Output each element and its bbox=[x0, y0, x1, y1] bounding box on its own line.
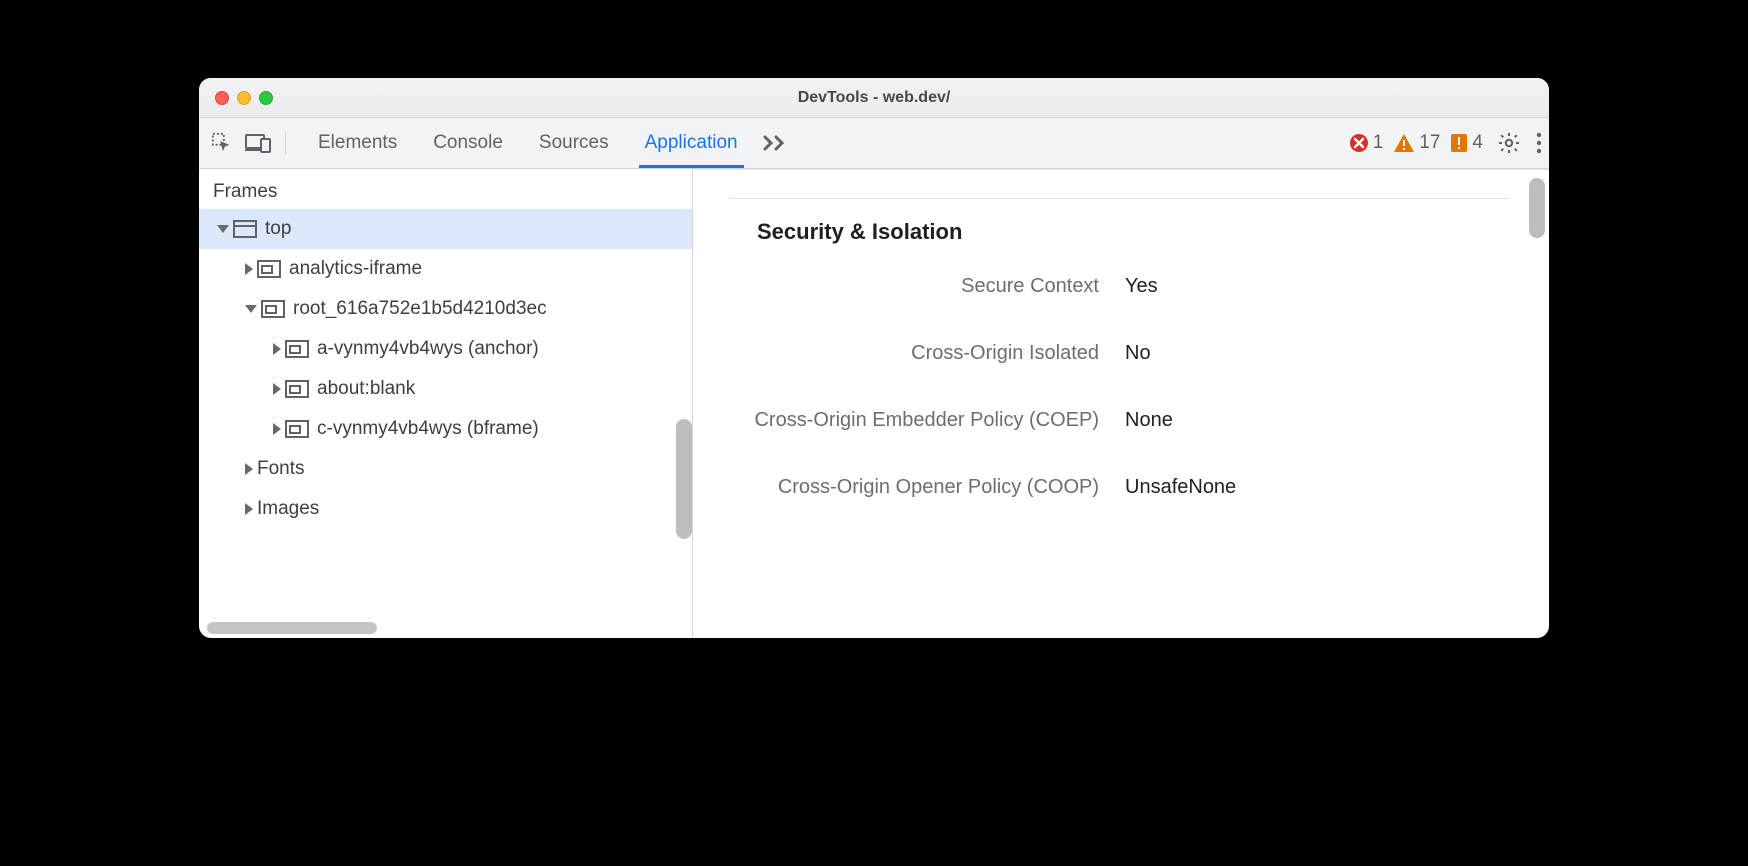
settings-gear-icon[interactable] bbox=[1497, 131, 1521, 155]
detail-value: UnsafeNone bbox=[1125, 476, 1509, 499]
frame-details-pane: Security & Isolation Secure Context Yes Cr… bbox=[693, 169, 1549, 638]
subframe-icon bbox=[285, 420, 309, 438]
section-title: Security & Isolation bbox=[757, 219, 1509, 245]
tab-console[interactable]: Console bbox=[433, 118, 503, 168]
tree-item[interactable]: c-vynmy4vb4wys (bframe) bbox=[199, 409, 692, 449]
tab-application[interactable]: Application bbox=[645, 118, 738, 168]
detail-value: Yes bbox=[1125, 275, 1509, 298]
detail-key: Secure Context bbox=[729, 275, 1099, 298]
disclosure-right-icon[interactable] bbox=[245, 463, 253, 475]
zoom-window-button[interactable] bbox=[259, 91, 273, 105]
status-counters: 1 17 4 bbox=[1349, 132, 1483, 154]
errors-count: 1 bbox=[1373, 132, 1384, 154]
details-grid: Secure Context Yes Cross-Origin Isolated No… bbox=[729, 275, 1509, 499]
frames-tree: top analytics-iframe root_616a752e1b5d4210… bbox=[199, 209, 692, 638]
tree-item[interactable]: top bbox=[199, 209, 692, 249]
errors-counter[interactable]: 1 bbox=[1349, 132, 1384, 154]
tree-item-label: top bbox=[265, 218, 291, 240]
toolbar-divider bbox=[285, 131, 286, 155]
tree-item-label: a-vynmy4vb4wys (anchor) bbox=[317, 338, 539, 360]
titlebar: DevTools - web.dev/ bbox=[199, 78, 1549, 118]
frame-icon bbox=[233, 220, 257, 238]
tree-item-label: c-vynmy4vb4wys (bframe) bbox=[317, 418, 539, 440]
disclosure-right-icon[interactable] bbox=[245, 263, 253, 275]
subframe-icon bbox=[257, 260, 281, 278]
subframe-icon bbox=[285, 380, 309, 398]
subframe-icon bbox=[285, 340, 309, 358]
detail-key: Cross-Origin Embedder Policy (COEP) bbox=[729, 409, 1099, 432]
main-scrollbar-thumb[interactable] bbox=[1529, 178, 1545, 238]
detail-value: None bbox=[1125, 409, 1509, 432]
inspect-element-icon[interactable] bbox=[211, 132, 233, 154]
tree-item-label: about:blank bbox=[317, 378, 415, 400]
tree-item-label: Fonts bbox=[257, 458, 305, 480]
detail-value: No bbox=[1125, 342, 1509, 365]
tree-item[interactable]: a-vynmy4vb4wys (anchor) bbox=[199, 329, 692, 369]
warning-icon bbox=[1393, 133, 1415, 153]
tree-item[interactable]: Fonts bbox=[199, 449, 692, 489]
tree-item[interactable]: Images bbox=[199, 489, 692, 529]
sidebar-section-header: Frames bbox=[199, 169, 692, 209]
window-title: DevTools - web.dev/ bbox=[199, 89, 1549, 107]
more-tabs-icon[interactable] bbox=[762, 134, 788, 152]
tree-item[interactable]: analytics-iframe bbox=[199, 249, 692, 289]
kebab-menu-icon[interactable] bbox=[1535, 132, 1543, 154]
close-window-button[interactable] bbox=[215, 91, 229, 105]
issue-icon bbox=[1450, 133, 1468, 153]
window-controls bbox=[215, 91, 273, 105]
subframe-icon bbox=[261, 300, 285, 318]
warnings-counter[interactable]: 17 bbox=[1393, 132, 1440, 154]
tree-item-label: Images bbox=[257, 498, 319, 520]
disclosure-right-icon[interactable] bbox=[273, 423, 281, 435]
sidebar-scrollbar-thumb[interactable] bbox=[676, 419, 692, 539]
issues-counter[interactable]: 4 bbox=[1450, 132, 1483, 154]
tree-item-label: root_616a752e1b5d4210d3ec bbox=[293, 298, 547, 320]
issues-count: 4 bbox=[1472, 132, 1483, 154]
devtools-window: DevTools - web.dev/ Elements Console bbox=[199, 78, 1549, 638]
detail-key: Cross-Origin Isolated bbox=[729, 342, 1099, 365]
detail-key: Cross-Origin Opener Policy (COOP) bbox=[729, 476, 1099, 499]
tree-item[interactable]: root_616a752e1b5d4210d3ec bbox=[199, 289, 692, 329]
tree-item-label: analytics-iframe bbox=[289, 258, 422, 280]
error-icon bbox=[1349, 133, 1369, 153]
disclosure-right-icon[interactable] bbox=[273, 343, 281, 355]
disclosure-down-icon[interactable] bbox=[245, 305, 257, 313]
warnings-count: 17 bbox=[1419, 132, 1440, 154]
tree-item[interactable]: about:blank bbox=[199, 369, 692, 409]
tab-sources[interactable]: Sources bbox=[539, 118, 609, 168]
disclosure-right-icon[interactable] bbox=[245, 503, 253, 515]
devtools-toolbar: Elements Console Sources Application 1 bbox=[199, 118, 1549, 169]
minimize-window-button[interactable] bbox=[237, 91, 251, 105]
panel-tabs: Elements Console Sources Application bbox=[318, 118, 738, 168]
disclosure-down-icon[interactable] bbox=[217, 225, 229, 233]
content-area: Frames top analytics-iframe root_616a752e1… bbox=[199, 169, 1549, 638]
tab-elements[interactable]: Elements bbox=[318, 118, 397, 168]
disclosure-right-icon[interactable] bbox=[273, 383, 281, 395]
frames-sidebar: Frames top analytics-iframe root_616a752e1… bbox=[199, 169, 693, 638]
device-toolbar-icon[interactable] bbox=[245, 133, 271, 153]
sidebar-hscrollbar-thumb[interactable] bbox=[207, 622, 377, 634]
